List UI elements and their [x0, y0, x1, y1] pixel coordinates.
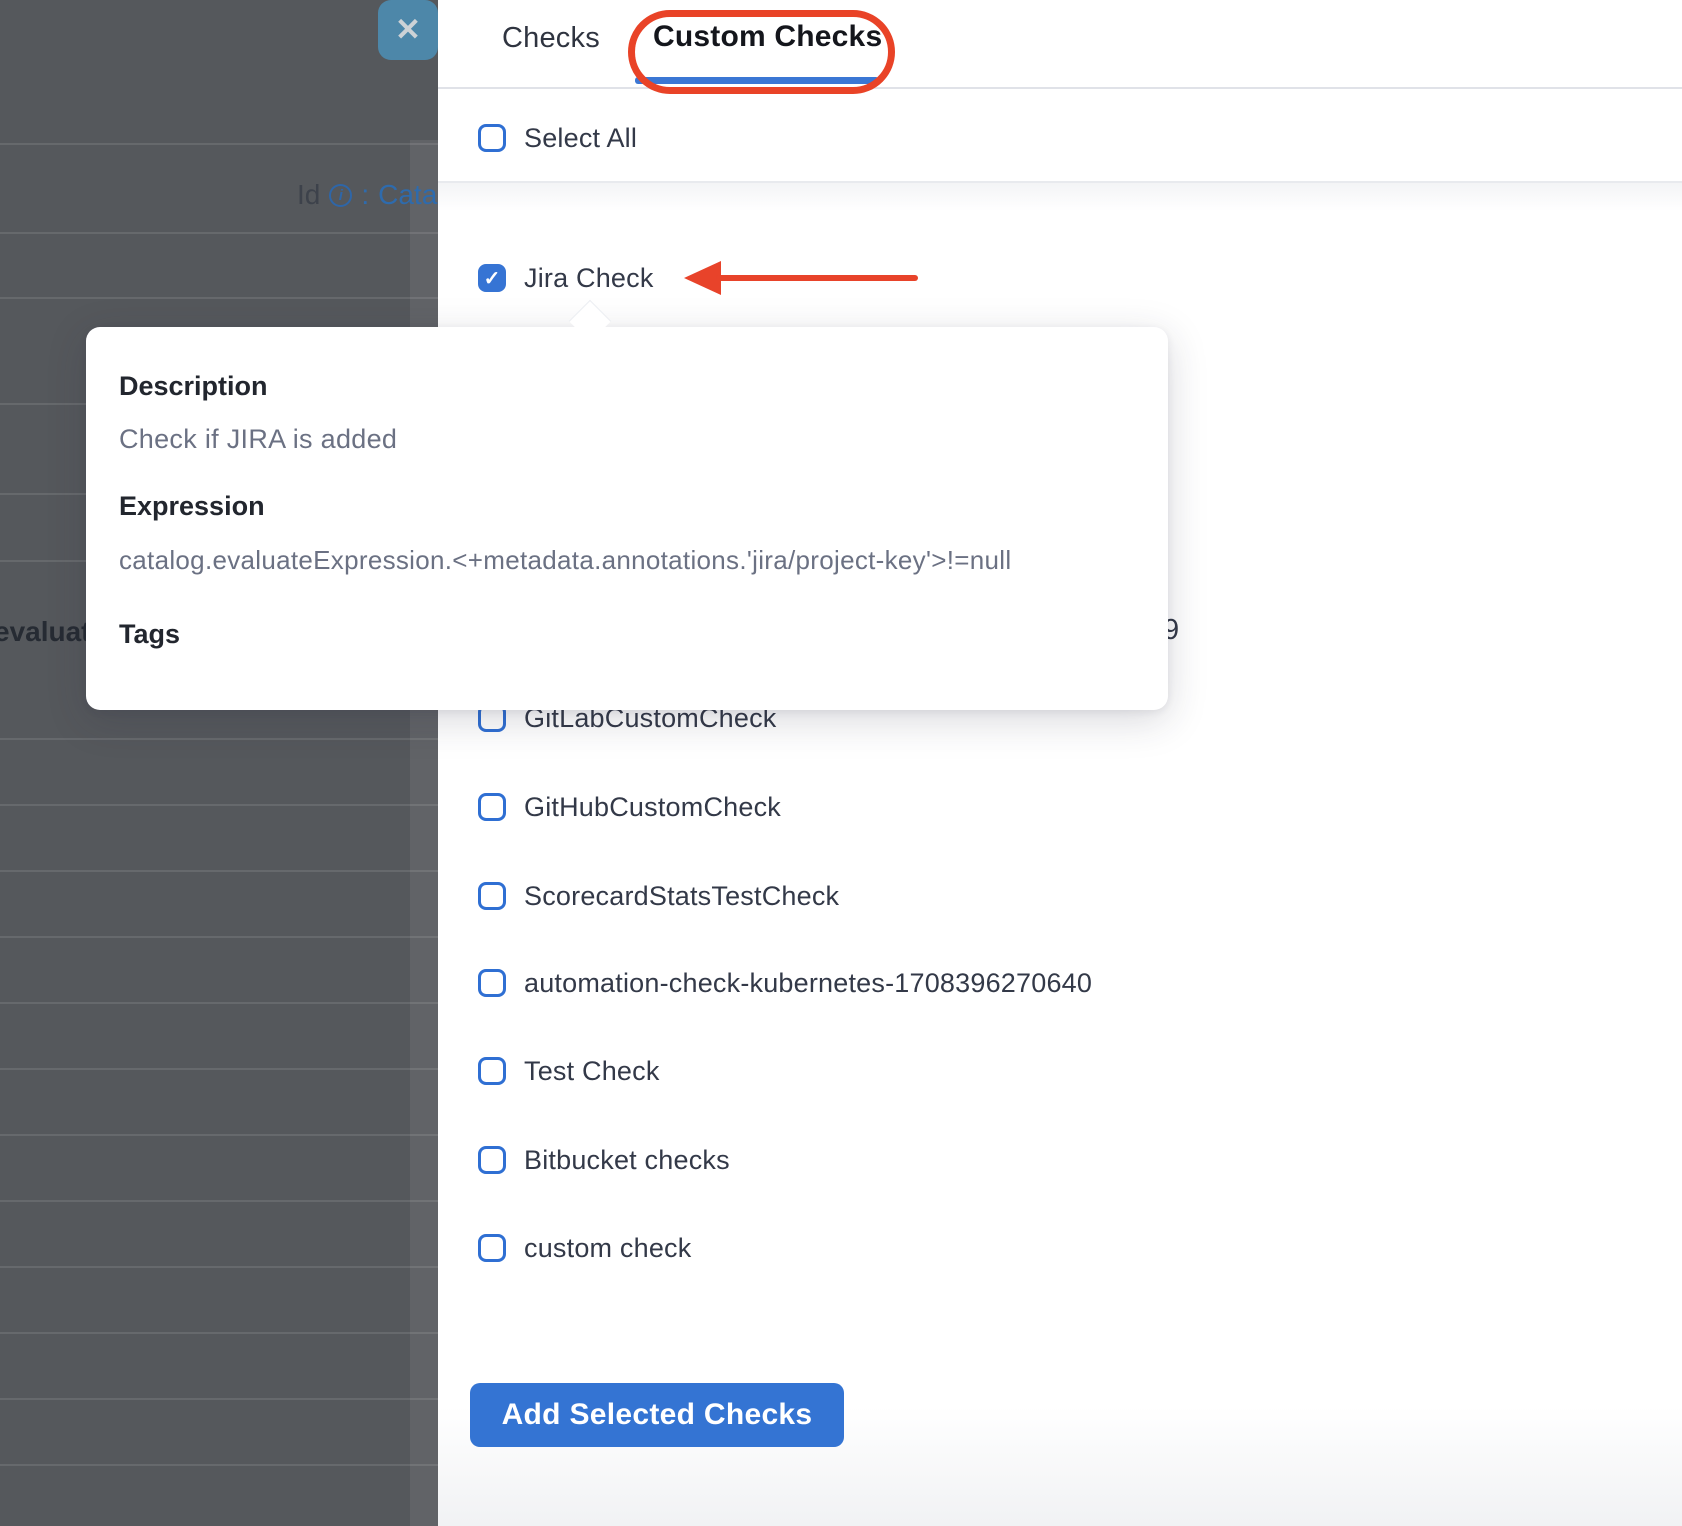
check-row-test-check[interactable]: Test Check	[478, 1054, 660, 1088]
check-row-github[interactable]: GitHubCustomCheck	[478, 790, 781, 824]
check-label: Jira Check	[524, 263, 654, 294]
check-label: Test Check	[524, 1056, 660, 1087]
custom-checks-drawer: Checks Custom Checks Select All ✓ Jira C…	[438, 0, 1682, 1526]
background-row-divider	[0, 143, 438, 145]
jira-check-tooltip: Description Check if JIRA is added Expre…	[86, 327, 1168, 710]
check-row-custom-check[interactable]: custom check	[478, 1231, 691, 1265]
tab-custom-checks[interactable]: Custom Checks	[653, 20, 882, 54]
tooltip-description-label: Description	[119, 371, 268, 402]
select-all-label: Select All	[524, 123, 637, 154]
tab-checks[interactable]: Checks	[502, 22, 600, 55]
test-check-checkbox[interactable]	[478, 1057, 506, 1085]
catalog-link-fragment: Cata	[378, 179, 437, 211]
check-label: automation-check-kubernetes-170839627064…	[524, 968, 1092, 999]
bitbucket-checkbox[interactable]	[478, 1146, 506, 1174]
id-label: Id	[297, 179, 320, 211]
jira-check-checkbox[interactable]: ✓	[478, 264, 506, 292]
colon-separator: :	[361, 179, 369, 211]
background-row-divider	[0, 232, 438, 234]
check-row-scorecardstats[interactable]: ScorecardStatsTestCheck	[478, 879, 839, 913]
check-label: ScorecardStatsTestCheck	[524, 881, 839, 912]
dimmed-background-overlay: Id i : Cata evaluat	[0, 0, 438, 1526]
active-tab-underline	[635, 77, 879, 84]
select-all-row[interactable]: Select All	[478, 121, 637, 155]
tooltip-expression-label: Expression	[119, 491, 265, 522]
close-drawer-button[interactable]: ✕	[378, 0, 438, 60]
check-row-bitbucket[interactable]: Bitbucket checks	[478, 1143, 730, 1177]
checkmark-icon: ✓	[484, 266, 501, 291]
background-table-rows	[0, 738, 438, 1526]
check-label: custom check	[524, 1233, 691, 1264]
background-id-cell: Id i : Cata	[297, 179, 437, 211]
github-checkbox[interactable]	[478, 793, 506, 821]
check-row-jira-check[interactable]: ✓ Jira Check	[478, 261, 654, 295]
close-icon: ✕	[395, 12, 421, 48]
list-top-shade	[438, 183, 1682, 211]
tooltip-expression-value: catalog.evaluateExpression.<+metadata.an…	[119, 545, 1011, 576]
automation-kubernetes-checkbox[interactable]	[478, 969, 506, 997]
tooltip-tags-label: Tags	[119, 619, 180, 650]
check-label: Bitbucket checks	[524, 1145, 730, 1176]
custom-check-checkbox[interactable]	[478, 1234, 506, 1262]
info-icon: i	[329, 184, 352, 207]
select-all-checkbox[interactable]	[478, 124, 506, 152]
add-selected-checks-button[interactable]: Add Selected Checks	[470, 1383, 844, 1447]
check-label: GitHubCustomCheck	[524, 792, 781, 823]
scorecardstats-checkbox[interactable]	[478, 882, 506, 910]
tabbar-divider	[438, 87, 1682, 89]
background-cell-text-fragment: evaluat	[0, 616, 91, 648]
tooltip-description-value: Check if JIRA is added	[119, 424, 397, 455]
check-row-automation-kubernetes[interactable]: automation-check-kubernetes-170839627064…	[478, 966, 1092, 1000]
background-row-divider	[0, 297, 438, 299]
